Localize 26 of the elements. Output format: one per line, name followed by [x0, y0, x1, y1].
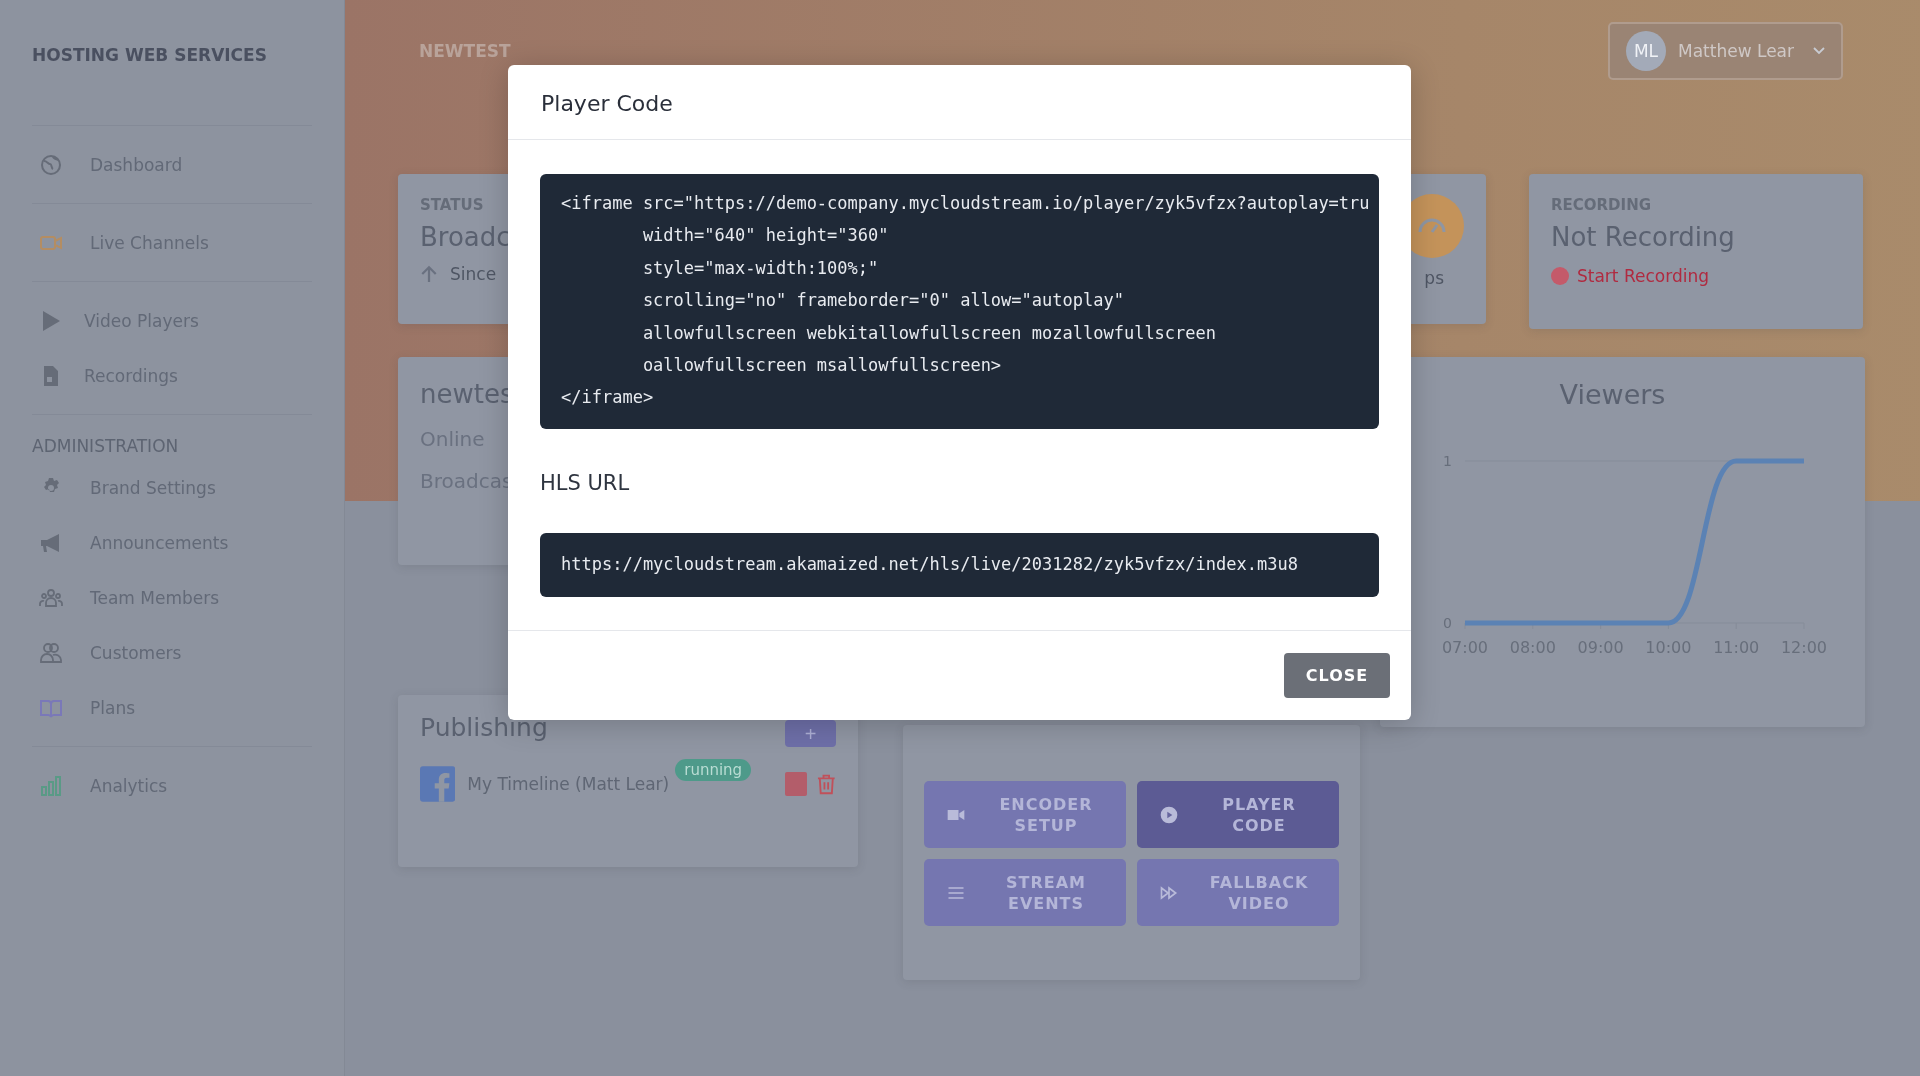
brand-name: HOSTING WEB SERVICES — [32, 45, 268, 65]
play-icon — [1159, 804, 1179, 825]
modal-title: Player Code — [541, 90, 673, 116]
url-block: https://mycloudstream.akamaized.net/hls/live/2031282/zyk5vfzx/index.m3u8 — [540, 532, 1379, 598]
close-button[interactable]: CLOSE — [1284, 653, 1390, 699]
action-button[interactable]: FALLBACK VIDEO — [1137, 859, 1339, 926]
action-button[interactable]: ENCODER SETUP — [924, 781, 1126, 848]
action-button[interactable]: STREAM EVENTS — [924, 859, 1126, 926]
user-menu[interactable]: ML Matthew Lear — [1608, 22, 1843, 80]
stop-button[interactable] — [785, 772, 808, 796]
arrow-up-icon — [420, 265, 438, 283]
facebook-icon — [420, 765, 456, 803]
trash-icon[interactable] — [817, 773, 836, 795]
globe-icon — [39, 152, 63, 177]
bar-chart-icon — [39, 773, 63, 798]
caret-icon — [1813, 47, 1825, 55]
status-note: Since — [450, 264, 497, 284]
code-block: <iframe src="https://demo-company.mycloudstream.io/player/zyk5vfzx?autoplay=tru width="640" height="360" style="max-width:100%;" scrolling="no" frameborder="0" allow="autoplay" allowfullscreen webkitallowfullscreen mozallowfullscreen oallowfullscreen msallowfullscreen> </iframe> — [540, 174, 1379, 429]
users-icon — [39, 640, 63, 665]
action-button[interactable]: PLAYER CODE — [1137, 781, 1339, 848]
start-recording-link[interactable]: Start Recording — [1551, 266, 1709, 286]
avatar: ML — [1626, 31, 1666, 71]
stat-note: ps — [1424, 268, 1444, 288]
section-label: HLS URL — [540, 470, 631, 495]
status-badge: running — [675, 759, 752, 781]
add-button[interactable]: + — [785, 720, 836, 747]
